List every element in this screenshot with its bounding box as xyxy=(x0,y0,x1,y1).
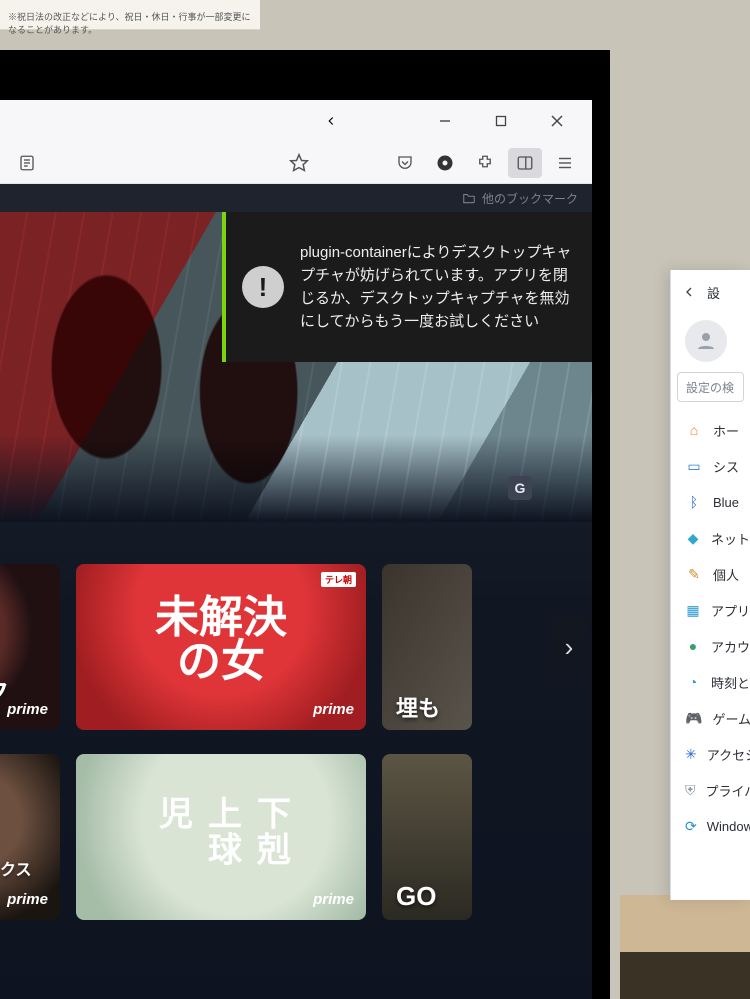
card-title: 未解決 の女 xyxy=(155,596,287,684)
nav-item-system[interactable]: ▭ シス xyxy=(671,448,750,484)
nav-item-accounts[interactable]: ● アカウ xyxy=(671,628,750,664)
search-placeholder: 設定の検 xyxy=(686,379,734,396)
carousel-next-icon[interactable]: › xyxy=(552,617,586,677)
content-card[interactable]: GO xyxy=(382,754,472,920)
window-maximize-button[interactable] xyxy=(480,107,522,135)
extensions-icon[interactable] xyxy=(468,148,502,178)
hamburger-menu-icon[interactable] xyxy=(548,148,582,178)
update-icon: ⟳ xyxy=(685,817,697,835)
carousel-row: ガバンク 最終決戦 prime テレ朝 未解決 の女 prime 埋も › xyxy=(0,552,592,742)
screen: 他のブックマーク G ! plugin-containerによりデスクトップキャ… xyxy=(0,100,592,999)
nav-label: アクセシ xyxy=(707,745,750,764)
accessibility-icon: ✳ xyxy=(685,745,697,763)
nav-item-update[interactable]: ⟳ Window xyxy=(671,808,750,844)
prime-badge: prime xyxy=(313,701,354,718)
nav-label: シス xyxy=(713,457,739,476)
nav-item-accessibility[interactable]: ✳ アクセシ xyxy=(671,736,750,772)
browser-toolbar xyxy=(0,142,592,184)
settings-search-input[interactable]: 設定の検 xyxy=(677,372,744,402)
system-icon: ▭ xyxy=(685,457,703,475)
settings-nav: ⌂ ホー ▭ シス ᛒ Blue ◆ ネット ✎ 個人 ▦ アプリ ● アカウ … xyxy=(671,412,750,844)
apps-icon: ▦ xyxy=(685,601,701,619)
nav-item-home[interactable]: ⌂ ホー xyxy=(671,412,750,448)
content-card[interactable]: ガバンク 最終決戦 prime xyxy=(0,564,60,730)
window-close-button[interactable] xyxy=(536,107,578,135)
nav-label: Blue xyxy=(713,495,739,510)
settings-title: 設 xyxy=(707,283,720,302)
card-title: GO xyxy=(396,881,436,911)
nav-label: ゲーム xyxy=(712,709,750,728)
prime-badge: prime xyxy=(7,701,48,718)
disc-icon[interactable] xyxy=(428,148,462,178)
settings-window: 設 設定の検 ⌂ ホー ▭ シス ᛒ Blue ◆ ネット ✎ 個人 ▦ アプリ xyxy=(670,270,750,900)
nav-item-network[interactable]: ◆ ネット xyxy=(671,520,750,556)
sidebar-toggle-icon[interactable] xyxy=(508,148,542,178)
nav-label: 個人 xyxy=(713,565,739,584)
nav-label: 時刻と xyxy=(711,673,750,692)
back-arrow-icon[interactable] xyxy=(681,284,697,300)
window-titlebar xyxy=(0,100,592,142)
prime-badge: prime xyxy=(313,891,354,908)
content-card[interactable]: ブレット・エクスプレス 弾丸特急 prime xyxy=(0,754,60,920)
page-content: G ! plugin-containerによりデスクトップキャプチャが妨げられて… xyxy=(0,212,592,999)
user-avatar-icon[interactable] xyxy=(685,320,727,362)
content-card[interactable]: テレ朝 未解決 の女 prime xyxy=(76,564,366,730)
nav-item-time[interactable]: ◔ 時刻と xyxy=(671,664,750,700)
reader-mode-icon[interactable] xyxy=(10,148,44,178)
nav-label: プライバ xyxy=(706,781,750,800)
note-text: ※祝日法の改正などにより、祝日・休日・行事が一部変更になることがあります。 xyxy=(8,12,250,35)
bluetooth-icon: ᛒ xyxy=(685,493,703,511)
clock-icon: ◔ xyxy=(685,673,701,691)
folder-icon xyxy=(462,191,476,205)
nav-label: Window xyxy=(707,819,750,834)
wifi-icon: ◆ xyxy=(685,529,701,547)
network-badge: テレ朝 xyxy=(321,572,356,587)
monitor-bezel: 他のブックマーク G ! plugin-containerによりデスクトップキャ… xyxy=(0,50,610,999)
bookmark-bar: 他のブックマーク xyxy=(0,184,592,212)
desktop-wallpaper-strip xyxy=(620,895,750,999)
window-minimize-button[interactable] xyxy=(424,107,466,135)
settings-header: 設 xyxy=(671,270,750,314)
gamepad-icon: 🎮 xyxy=(685,709,702,727)
tabs-overflow-chevron-icon[interactable] xyxy=(324,114,338,128)
prime-badge: prime xyxy=(7,891,48,908)
bookmark-star-icon[interactable] xyxy=(282,148,316,178)
nav-label: アカウ xyxy=(711,637,750,656)
home-icon: ⌂ xyxy=(685,421,703,439)
card-title: 下剋上球児 xyxy=(148,796,295,879)
nav-label: ホー xyxy=(713,421,739,440)
content-card[interactable]: 下剋上球児 prime xyxy=(76,754,366,920)
capture-blocked-toast: ! plugin-containerによりデスクトップキャプチャが妨げられていま… xyxy=(222,212,592,362)
warning-icon: ! xyxy=(242,266,284,308)
carousel-row: ブレット・エクスプレス 弾丸特急 prime 下剋上球児 prime GO xyxy=(0,742,592,932)
nav-item-personalization[interactable]: ✎ 個人 xyxy=(671,556,750,592)
desk-paper-note: ※祝日法の改正などにより、祝日・休日・行事が一部変更になることがあります。 xyxy=(0,0,260,30)
nav-label: ネット xyxy=(711,529,750,548)
card-title: 埋も xyxy=(396,696,440,721)
other-bookmarks-label[interactable]: 他のブックマーク xyxy=(482,190,578,207)
content-card[interactable]: 埋も xyxy=(382,564,472,730)
nav-item-bluetooth[interactable]: ᛒ Blue xyxy=(671,484,750,520)
nav-item-apps[interactable]: ▦ アプリ xyxy=(671,592,750,628)
account-icon: ● xyxy=(685,637,701,655)
pocket-icon[interactable] xyxy=(388,148,422,178)
nav-item-privacy[interactable]: ⛨ プライバ xyxy=(671,772,750,808)
nav-label: アプリ xyxy=(711,601,750,620)
nav-item-gaming[interactable]: 🎮 ゲーム xyxy=(671,700,750,736)
shield-icon: ⛨ xyxy=(685,781,696,799)
toast-message: plugin-containerによりデスクトップキャプチャが妨げられています。… xyxy=(300,241,574,334)
brush-icon: ✎ xyxy=(685,565,703,583)
rating-badge: G xyxy=(508,476,532,500)
